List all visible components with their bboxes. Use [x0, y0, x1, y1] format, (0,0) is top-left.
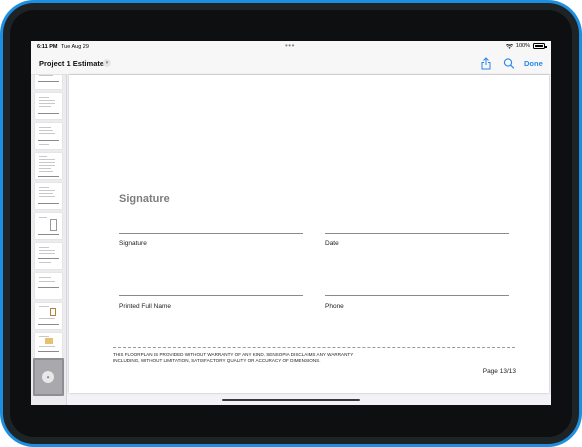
- signature-label: Signature: [119, 240, 147, 247]
- chevron-down-icon[interactable]: ▾: [103, 59, 111, 67]
- screen: 6:11 PM Tue Aug 29 ••• 100% Project 1 Es…: [31, 41, 551, 405]
- page-thumbnail[interactable]: [35, 273, 62, 299]
- page-thumbnail[interactable]: [35, 303, 62, 329]
- signature-heading: Signature: [119, 193, 170, 205]
- page-thumbnail[interactable]: [35, 75, 62, 89]
- signature-line[interactable]: [119, 233, 303, 234]
- phone-label: Phone: [325, 303, 344, 310]
- date-line[interactable]: [325, 233, 509, 234]
- navigation-bar: Project 1 Estimate ▾ Done: [31, 53, 551, 75]
- page-thumbnail[interactable]: [35, 93, 62, 119]
- share-icon[interactable]: [480, 57, 492, 70]
- wifi-icon: [505, 43, 513, 49]
- disclaimer-line-2: INCLUDING, WITHOUT LIMITATION, SATISFACT…: [113, 357, 321, 363]
- document-page: Signature Signature Date Printed Full Na…: [69, 75, 549, 393]
- document-title[interactable]: Project 1 Estimate: [39, 59, 104, 68]
- page-thumbnail-sidebar[interactable]: ◉: [31, 75, 67, 405]
- status-date: Tue Aug 29: [61, 44, 89, 50]
- page-thumbnail[interactable]: [35, 333, 62, 359]
- status-time: 6:11 PM: [37, 44, 58, 50]
- battery-icon: [533, 43, 547, 49]
- printed-name-line[interactable]: [119, 295, 303, 296]
- page-thumbnail[interactable]: [35, 153, 62, 179]
- status-indicators: 100%: [505, 43, 547, 49]
- phone-line[interactable]: [325, 295, 509, 296]
- date-label: Date: [325, 240, 339, 247]
- battery-percent: 100%: [515, 43, 530, 49]
- page-thumbnail[interactable]: [35, 213, 62, 239]
- page-number: Page 13/13: [482, 368, 516, 375]
- home-indicator[interactable]: [222, 399, 360, 401]
- search-icon[interactable]: [503, 57, 515, 70]
- printed-name-label: Printed Full Name: [119, 303, 172, 310]
- multitasking-dots-icon[interactable]: •••: [285, 41, 295, 50]
- disclaimer-text: THIS FLOORPLAN IS PROVIDED WITHOUT WARRA…: [113, 347, 515, 363]
- status-bar: 6:11 PM Tue Aug 29 ••• 100%: [31, 41, 551, 53]
- page-thumbnail-current[interactable]: ◉: [33, 358, 64, 396]
- done-button[interactable]: Done: [524, 59, 543, 68]
- floorplan-badge-icon: ◉: [42, 371, 54, 383]
- page-thumbnail[interactable]: [35, 243, 62, 269]
- page-thumbnail[interactable]: [35, 183, 62, 209]
- page-thumbnail[interactable]: [35, 123, 62, 149]
